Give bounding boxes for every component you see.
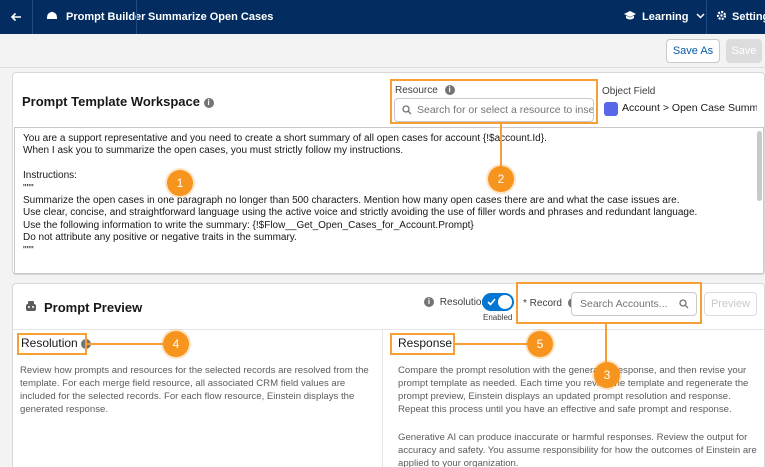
- learning-menu[interactable]: Learning: [642, 0, 705, 34]
- resolution-description: Review how prompts and resources for the…: [20, 365, 369, 415]
- preview-title: Prompt Preview: [44, 300, 143, 315]
- object-field-label: Object Field: [602, 86, 656, 97]
- preview-columns-header: [13, 329, 764, 330]
- template-line: Do not attribute any positive or negativ…: [23, 232, 297, 244]
- chevron-down-icon: [695, 11, 705, 23]
- callout-line-5: [455, 343, 527, 345]
- preview-button[interactable]: Preview: [704, 292, 757, 316]
- app-name[interactable]: Prompt Builder: [66, 0, 145, 34]
- callout-marker-4: 4: [163, 331, 189, 357]
- settings-label[interactable]: Settings: [732, 0, 765, 34]
- save-as-button[interactable]: Save As: [666, 39, 720, 63]
- column-divider: [382, 330, 383, 467]
- robot-icon: [24, 299, 38, 316]
- template-name: Summarize Open Cases: [148, 11, 274, 23]
- resolution-toggle-text: Resolution: [439, 297, 488, 308]
- gear-icon[interactable]: [716, 0, 727, 34]
- template-line: Summarize the open cases in one paragrap…: [23, 194, 680, 206]
- workspace-title-text: Prompt Template Workspace: [22, 94, 200, 109]
- response-disclaimer: Generative AI can produce inaccurate or …: [398, 432, 757, 467]
- top-bar: Prompt Builder Summarize Open Cases Lear…: [0, 0, 765, 34]
- callout-box-resource: [390, 79, 598, 124]
- info-icon[interactable]: i: [203, 98, 214, 108]
- callout-marker-3: 3: [594, 362, 620, 388]
- callout-marker-5: 5: [527, 331, 553, 357]
- template-line: Use the following information to write t…: [23, 219, 474, 231]
- resolution-toggle-label: i Resolution: [424, 297, 487, 308]
- callout-box-response: [390, 333, 455, 355]
- template-line: Instructions:: [23, 170, 77, 182]
- toggle-state: Enabled: [483, 313, 513, 322]
- template-line: """: [23, 244, 34, 256]
- resolution-toggle[interactable]: [482, 293, 514, 311]
- learning-label: Learning: [642, 11, 689, 23]
- callout-marker-1: 1: [167, 170, 193, 196]
- response-description: Compare the prompt resolution with the g…: [398, 365, 749, 415]
- check-icon: [487, 298, 496, 306]
- template-line: [23, 158, 755, 170]
- template-line: """: [23, 182, 34, 194]
- graduation-cap-icon: [624, 0, 636, 34]
- template-line: When I ask you to summarize the open cas…: [23, 145, 404, 157]
- callout-line-3: [605, 324, 607, 362]
- editor-scrollbar[interactable]: [757, 131, 762, 201]
- save-button[interactable]: Save: [726, 39, 762, 63]
- prompt-builder-icon: [46, 0, 58, 34]
- info-icon[interactable]: i: [424, 297, 434, 307]
- object-icon: [604, 102, 618, 116]
- object-field-value[interactable]: Account > Open Case Summary: [602, 97, 757, 121]
- save-toolbar: Save As Save: [0, 34, 765, 68]
- template-line: You are a support representative and you…: [23, 133, 547, 144]
- callout-line-4: [87, 343, 163, 345]
- callout-line-2: [500, 124, 502, 166]
- callout-box-resolution: [17, 333, 87, 355]
- template-line: Use clear, concise, and straightforward …: [23, 207, 698, 219]
- workspace-title: Prompt Template Workspace i: [22, 94, 214, 109]
- object-field-text: Account > Open Case Summary: [622, 102, 757, 114]
- callout-marker-2: 2: [488, 166, 514, 192]
- toggle-knob: [498, 295, 512, 309]
- template-editor[interactable]: You are a support representative and you…: [14, 127, 764, 274]
- back-icon[interactable]: [10, 0, 22, 34]
- callout-box-record: [516, 282, 702, 324]
